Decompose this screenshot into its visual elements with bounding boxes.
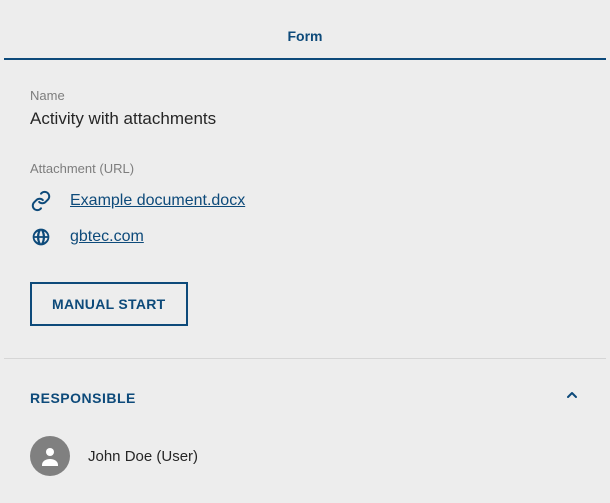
tab-header: Form — [4, 4, 606, 60]
manual-start-button[interactable]: MANUAL START — [30, 282, 188, 326]
form-body: Name Activity with attachments Attachmen… — [4, 60, 606, 326]
name-field-value: Activity with attachments — [30, 109, 580, 129]
responsible-user-row: John Doe (User) — [4, 424, 606, 496]
avatar — [30, 436, 70, 476]
attachment-row: Example document.docx — [30, 190, 580, 212]
attachment-link-document[interactable]: Example document.docx — [70, 192, 245, 210]
link-icon — [30, 190, 52, 212]
responsible-section-title: RESPONSIBLE — [30, 390, 136, 406]
tab-form[interactable]: Form — [288, 28, 323, 58]
attachment-row: gbtec.com — [30, 226, 580, 248]
attachment-list: Example document.docx gbtec.com — [30, 190, 580, 248]
attachment-field-label: Attachment (URL) — [30, 161, 580, 176]
globe-icon — [30, 226, 52, 248]
attachment-link-url[interactable]: gbtec.com — [70, 228, 144, 246]
responsible-user-name: John Doe (User) — [88, 448, 198, 465]
chevron-up-icon — [564, 387, 580, 408]
name-field-label: Name — [30, 88, 580, 103]
responsible-section-header[interactable]: RESPONSIBLE — [4, 359, 606, 424]
